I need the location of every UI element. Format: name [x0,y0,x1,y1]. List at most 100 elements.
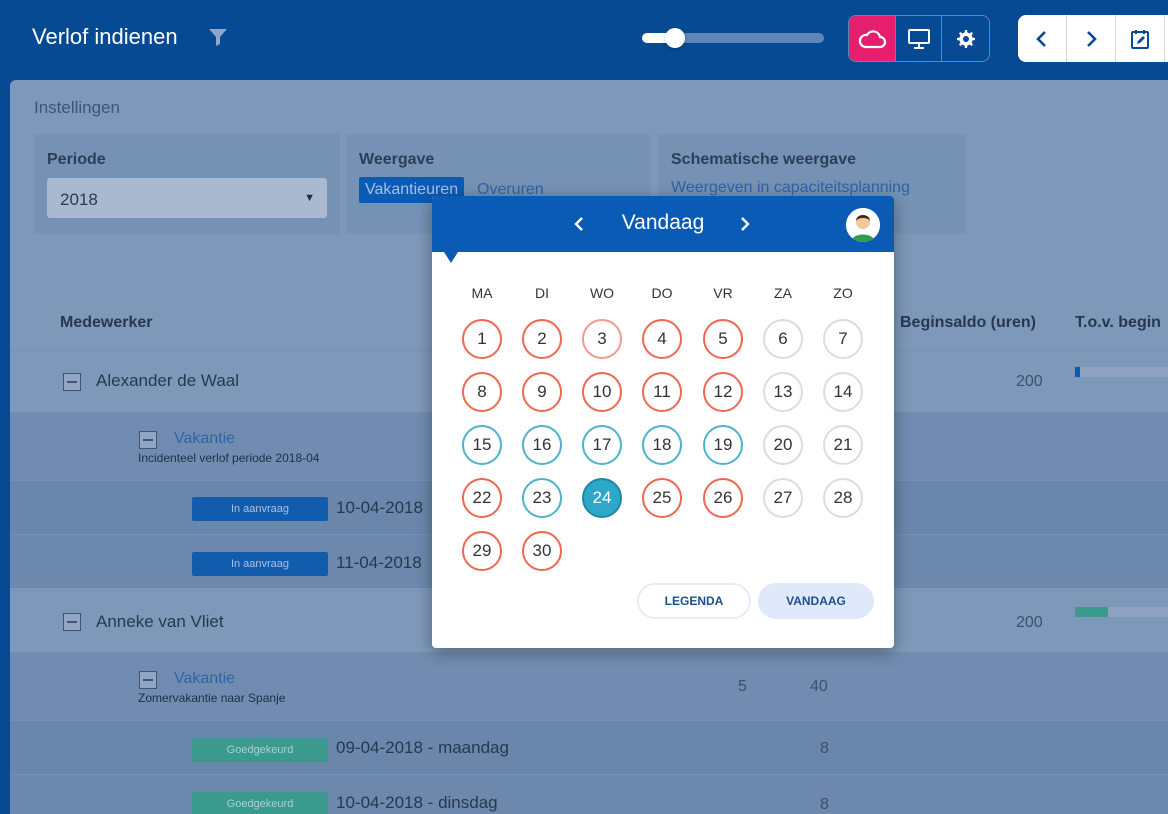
desktop-button[interactable] [896,16,943,61]
status-badge: Goedgekeurd [192,738,328,762]
weekday-label: VR [713,285,733,301]
period-value: 2018 [60,190,98,209]
chevron-right-icon [741,217,750,231]
schematic-label: Schematische weergave [671,151,856,168]
caret-down-icon: ▼ [304,192,315,204]
cloud-button[interactable] [849,16,896,61]
request-row[interactable]: Goedgekeurd 09-04-2018 - maandag 8 [10,720,1168,774]
today-button[interactable]: VANDAAG [758,583,874,619]
request-date: 11-04-2018 [336,553,422,572]
calendar-button[interactable] [1116,15,1165,62]
calendar-day[interactable]: 15 [462,425,502,465]
settings-button[interactable] [942,16,989,61]
calendar-day[interactable]: 13 [763,372,803,412]
calendar-day[interactable]: 5 [703,319,743,359]
calendar-title[interactable]: Vandaag [432,211,894,235]
chevron-left-icon [574,217,583,231]
category-hours: 40 [810,678,828,695]
calendar-day-today[interactable]: 24 [582,478,622,518]
weekday-label: DO [651,285,673,301]
balance-bar [1075,607,1168,617]
next-button[interactable] [1067,15,1116,62]
calendar-day[interactable]: 3 [582,319,622,359]
gear-icon [956,29,975,48]
balance-bar-fill [1075,607,1108,617]
weekday-label: ZO [833,285,853,301]
next-month-button[interactable] [734,213,756,235]
request-date: 10-04-2018 [336,498,423,517]
category-name: Vakantie [174,670,236,687]
previous-month-button[interactable] [568,213,590,235]
header-employee: Medewerker [60,314,153,331]
calendar-day[interactable]: 19 [703,425,743,465]
calendar-day[interactable]: 26 [703,478,743,518]
calendar-day[interactable]: 22 [462,478,502,518]
view-toolbar [848,15,990,62]
calendar-day[interactable]: 18 [642,425,682,465]
request-date: 10-04-2018 - dinsdag [336,793,498,812]
chevron-right-icon [1087,30,1097,47]
collapse-icon[interactable] [139,671,157,689]
employee-name: Anneke van Vliet [96,612,224,631]
date-navigation [1018,15,1168,62]
calendar-day[interactable]: 11 [642,372,682,412]
collapse-icon[interactable] [63,373,81,391]
calendar-day[interactable]: 8 [462,372,502,412]
legend-button[interactable]: LEGENDA [637,583,751,619]
weekday-label: MA [471,285,493,301]
category-row[interactable]: Vakantie Zomervakantie naar Spanje 5 40 [10,652,1168,720]
calendar-day[interactable]: 20 [763,425,803,465]
calendar-day[interactable]: 23 [522,478,562,518]
calendar-popup: Vandaag MA DI WO DO VR ZA ZO 1 2 3 4 5 6 7 8 9 10 11 12 13… [432,196,894,648]
calendar-day[interactable]: 29 [462,531,502,571]
monitor-icon [907,28,930,49]
header-start-balance: Beginsaldo (uren) [900,314,1037,331]
category-description: Incidenteel verlof periode 2018-04 [138,451,320,465]
cloud-icon [858,29,886,48]
calendar-day[interactable]: 16 [522,425,562,465]
request-date: 09-04-2018 - maandag [336,738,509,757]
avatar[interactable] [844,206,882,244]
calendar-day[interactable]: 14 [823,372,863,412]
calendar-day[interactable]: 10 [582,372,622,412]
calendar-day[interactable]: 17 [582,425,622,465]
status-badge: Goedgekeurd [192,792,328,814]
balance-bar-fill [1075,367,1080,377]
calendar-day[interactable]: 7 [823,319,863,359]
popup-pointer [444,252,458,263]
user-avatar-icon [846,208,880,242]
request-hours: 8 [820,796,829,813]
zoom-slider[interactable] [642,28,824,48]
calendar-day[interactable]: 2 [522,319,562,359]
period-select[interactable]: 2018 ▼ [47,178,327,218]
calendar-day[interactable]: 28 [823,478,863,518]
calendar-day[interactable]: 9 [522,372,562,412]
weekday-label: DI [535,285,549,301]
start-balance: 200 [1016,614,1043,631]
previous-button[interactable] [1018,15,1067,62]
calendar-day[interactable]: 12 [703,372,743,412]
calendar-day[interactable]: 21 [823,425,863,465]
status-badge: In aanvraag [192,497,328,521]
calendar-day[interactable]: 4 [642,319,682,359]
start-balance: 200 [1016,373,1043,390]
calendar-day[interactable]: 6 [763,319,803,359]
calendar-header: Vandaag [432,196,894,252]
collapse-icon[interactable] [63,613,81,631]
request-hours: 8 [820,740,829,757]
balance-bar [1075,367,1168,377]
header-compared: T.o.v. begin [1075,314,1161,331]
zoom-slider-thumb[interactable] [664,28,685,48]
capacity-planning-link[interactable]: Weergeven in capaciteitsplanning [671,179,910,197]
calendar-day[interactable]: 1 [462,319,502,359]
view-label: Weergave [359,151,435,168]
chevron-left-icon [1036,30,1046,47]
collapse-icon[interactable] [139,431,157,449]
calendar-edit-icon [1131,29,1149,49]
calendar-day[interactable]: 27 [763,478,803,518]
request-row[interactable]: Goedgekeurd 10-04-2018 - dinsdag 8 [10,774,1168,814]
page-title: Verlof indienen [32,24,178,49]
filter-icon[interactable] [208,27,228,47]
calendar-day[interactable]: 25 [642,478,682,518]
calendar-day[interactable]: 30 [522,531,562,571]
